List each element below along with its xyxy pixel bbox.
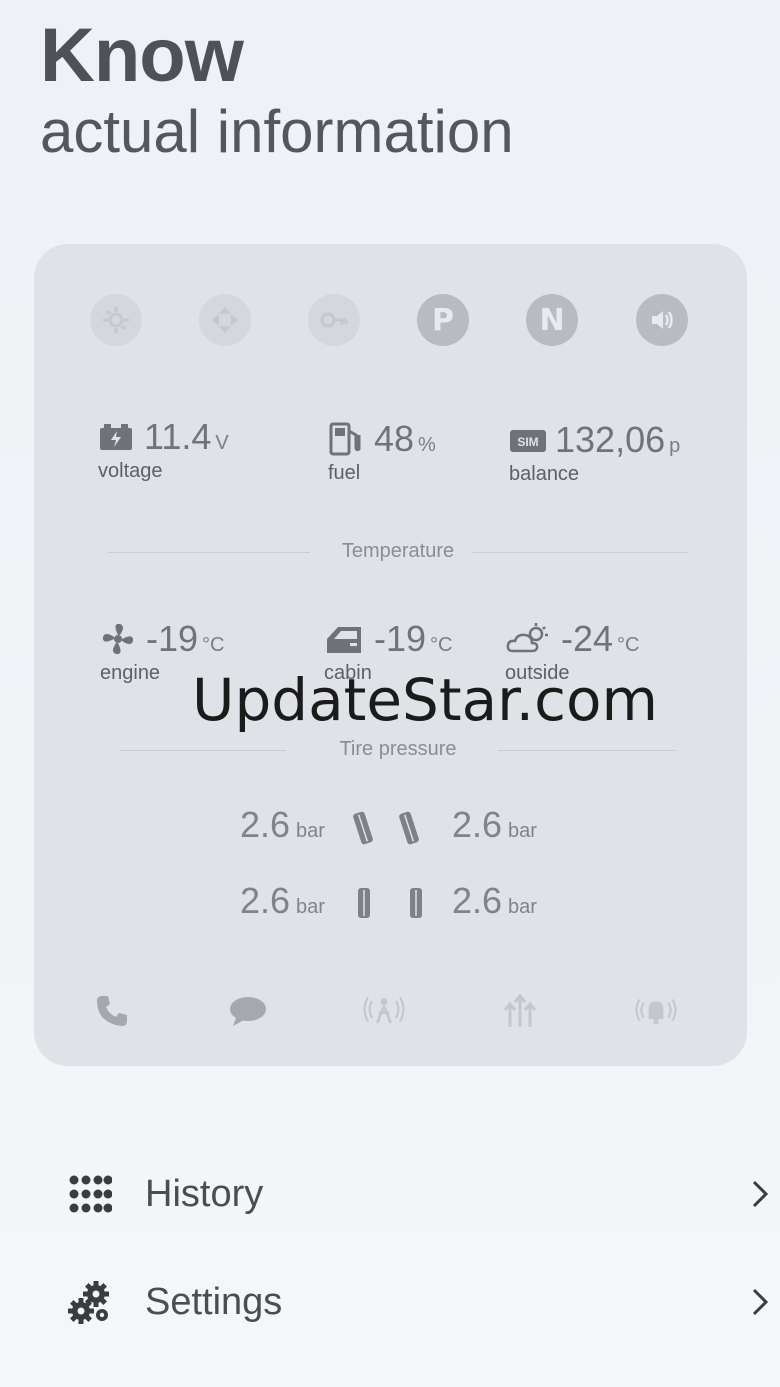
- page-title: Know: [40, 13, 244, 98]
- key-icon[interactable]: [308, 294, 360, 346]
- ignition-icon[interactable]: [90, 294, 142, 346]
- fuel-value: 48: [374, 418, 415, 459]
- voltage-unit: V: [215, 432, 229, 454]
- headline: Know actual information: [40, 14, 514, 168]
- gears-icon: [66, 1278, 114, 1326]
- tire-rear-left-unit: bar: [296, 896, 325, 918]
- tire-rear-right-value: 2.6: [452, 880, 503, 921]
- sim-icon: SIM: [509, 422, 546, 458]
- engine-temp-value: -19: [146, 618, 199, 659]
- front-left-tire-icon: [350, 810, 376, 851]
- tire-front-left: 2.6 bar: [240, 804, 325, 846]
- cabin-temp-value: -19: [374, 618, 427, 659]
- fuel-pump-icon: [328, 421, 364, 457]
- tire-pressure-divider: Tire pressure: [120, 738, 676, 762]
- arrows-icon[interactable]: [199, 294, 251, 346]
- svg-text:SIM: SIM: [517, 435, 538, 449]
- card-actions-row: [90, 989, 690, 1033]
- outside-temp-value: -24: [561, 618, 614, 659]
- speaker-icon[interactable]: [636, 294, 688, 346]
- voltage-value: 11.4: [144, 416, 212, 457]
- temperature-divider: Temperature: [108, 540, 688, 564]
- menu-item-settings[interactable]: Settings: [0, 1262, 780, 1342]
- cloud-sun-icon: [505, 621, 551, 657]
- voltage-label: voltage: [98, 460, 163, 482]
- menu-item-history[interactable]: History: [0, 1154, 780, 1234]
- menu-item-history-label: History: [145, 1172, 264, 1215]
- engine-temp-unit: °C: [202, 634, 225, 656]
- tire-front-right: 2.6 bar: [452, 804, 537, 846]
- outside-temp-unit: °C: [617, 634, 640, 656]
- fan-icon: [100, 621, 136, 657]
- balance-value: 132,06: [555, 419, 666, 460]
- tire-rear-left-value: 2.6: [240, 880, 291, 921]
- front-right-tire-icon: [396, 810, 422, 851]
- fuel-unit: %: [418, 434, 436, 456]
- page-subtitle: actual information: [40, 98, 514, 165]
- siren-icon[interactable]: [634, 989, 678, 1033]
- rear-left-tire-icon: [354, 886, 374, 925]
- status-icons-row: P N: [90, 294, 690, 346]
- tire-rear-left: 2.6 bar: [240, 880, 325, 922]
- balance-label: balance: [509, 463, 580, 485]
- phone-icon[interactable]: [90, 989, 134, 1033]
- rear-right-tire-icon: [406, 886, 426, 925]
- tire-front-right-value: 2.6: [452, 804, 503, 845]
- car-door-icon: [324, 621, 364, 657]
- tire-rear-right-unit: bar: [508, 896, 537, 918]
- tire-front-right-unit: bar: [508, 820, 537, 842]
- alarm-icon[interactable]: [362, 989, 406, 1033]
- battery-icon: [98, 419, 134, 455]
- vehicle-info-card: P N 11.4 V voltage 48 % fuel SIM 132,06 …: [34, 244, 747, 1066]
- balance-unit: p: [669, 435, 681, 457]
- fuel-label: fuel: [328, 462, 361, 484]
- fuel-metric: 48 % fuel: [328, 418, 436, 485]
- message-icon[interactable]: [226, 989, 270, 1033]
- tire-rear-right: 2.6 bar: [452, 880, 537, 922]
- parking-icon[interactable]: P: [417, 294, 469, 346]
- cabin-temp-unit: °C: [430, 634, 453, 656]
- grid-icon: [66, 1170, 114, 1218]
- arrows-up-icon[interactable]: [498, 989, 542, 1033]
- voltage-metric: 11.4 V voltage: [98, 416, 229, 483]
- neutral-icon[interactable]: N: [526, 294, 578, 346]
- watermark: UpdateStar.com: [192, 666, 658, 734]
- chevron-right-icon: [750, 1287, 772, 1317]
- balance-metric: SIM 132,06 p balance: [509, 419, 680, 486]
- tire-front-left-unit: bar: [296, 820, 325, 842]
- menu-item-settings-label: Settings: [145, 1280, 283, 1323]
- chevron-right-icon: [750, 1179, 772, 1209]
- tire-front-left-value: 2.6: [240, 804, 291, 845]
